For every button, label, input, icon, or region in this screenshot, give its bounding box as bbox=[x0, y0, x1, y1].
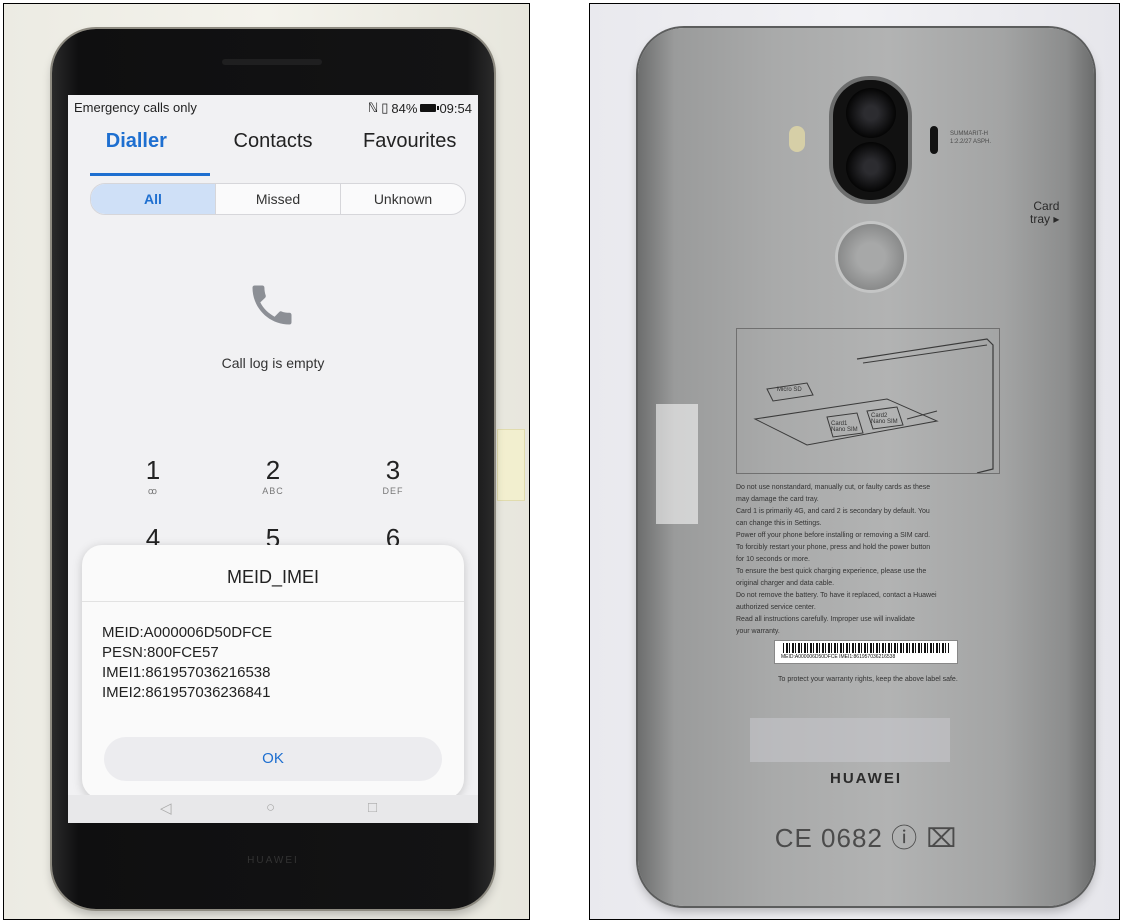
tab-favourites[interactable]: Favourites bbox=[341, 121, 478, 161]
filter-unknown[interactable]: Unknown bbox=[341, 184, 465, 214]
tab-dialler[interactable]: Dialler bbox=[68, 121, 205, 161]
dialog-body: MEID:A000006D50DFCE PESN:800FCE57 IMEI1:… bbox=[102, 623, 272, 703]
imei1-line: IMEI1:861957036216538 bbox=[102, 664, 271, 681]
camera-lens-icon bbox=[846, 142, 896, 192]
earpiece bbox=[222, 59, 322, 65]
key-3[interactable]: 3 DEF bbox=[363, 455, 423, 496]
filter-missed[interactable]: Missed bbox=[216, 184, 341, 214]
dialog-divider bbox=[82, 601, 464, 602]
sim-label-card1: Card1 Nano SIM bbox=[831, 421, 858, 433]
sim-label-card2: Card2 Nano SIM bbox=[871, 413, 898, 425]
nfc-icon: ℕ bbox=[367, 100, 379, 115]
barcode-text: MEID:A000006D50DFCE IMEI1:86195703621653… bbox=[781, 654, 896, 660]
nav-bar: ◁ ○ □ bbox=[68, 795, 478, 823]
card-tray-label: Card tray ▸ bbox=[1030, 199, 1060, 226]
phone-back: SUMMARIT-H 1:2.2/27 ASPH. Card tray ▸ Mi… bbox=[638, 28, 1094, 906]
ok-button[interactable]: OK bbox=[104, 737, 442, 781]
protective-film bbox=[656, 404, 698, 524]
barcode-bars bbox=[783, 643, 949, 653]
home-icon[interactable]: ○ bbox=[266, 799, 275, 816]
meid-imei-dialog: MEID_IMEI MEID:A000006D50DFCE PESN:800FC… bbox=[82, 545, 464, 799]
phone-screen: Emergency calls only ℕ ▯ 84% 09:54 Diall… bbox=[68, 95, 478, 823]
back-brand-logo: HUAWEI bbox=[830, 770, 902, 787]
call-filter: All Missed Unknown bbox=[90, 183, 466, 215]
call-log-empty: Call log is empty bbox=[221, 355, 325, 371]
pesn-line: PESN:800FCE57 bbox=[102, 644, 219, 661]
status-carrier: Emergency calls only bbox=[74, 100, 197, 115]
regulatory-block bbox=[750, 718, 950, 762]
lens-caption: SUMMARIT-H 1:2.2/27 ASPH. bbox=[950, 131, 992, 145]
key-1[interactable]: 1ꝏ bbox=[123, 455, 183, 497]
status-time: 09:54 bbox=[439, 100, 472, 116]
battery-percent: 84% bbox=[391, 100, 418, 116]
sim-tray-illustration bbox=[753, 338, 994, 474]
front-photo: Emergency calls only ℕ ▯ 84% 09:54 Diall… bbox=[3, 3, 530, 920]
dialer-tabs: Dialler Contacts Favourites bbox=[68, 121, 478, 161]
dialog-title: MEID_IMEI bbox=[226, 567, 319, 587]
meid-line: MEID:A000006D50DFCE bbox=[102, 624, 273, 641]
tape-tab bbox=[497, 429, 525, 501]
sim-icon: ▯ bbox=[381, 100, 389, 115]
laser-sensor bbox=[930, 126, 938, 154]
fingerprint-sensor bbox=[838, 224, 904, 290]
phone-icon bbox=[252, 285, 292, 325]
phone-front: Emergency calls only ℕ ▯ 84% 09:54 Diall… bbox=[52, 29, 494, 909]
tab-contacts[interactable]: Contacts bbox=[205, 121, 342, 161]
sim-diagram: Micro SD Card1 Nano SIM Card2 Nano SIM bbox=[736, 328, 1000, 474]
certification-marks: CE 0682 ⓘ ⌧ bbox=[774, 823, 958, 853]
battery-icon bbox=[420, 104, 440, 112]
status-icons: ℕ ▯ 84% 09:54 bbox=[368, 100, 472, 116]
front-brand-logo: HUAWEI bbox=[247, 855, 299, 866]
flash-icon bbox=[789, 126, 805, 152]
sim-label-sd: Micro SD bbox=[777, 387, 802, 393]
dual-camera bbox=[833, 80, 908, 200]
key-2[interactable]: 2 ABC bbox=[243, 455, 303, 496]
warning-text: Do not use nonstandard, manually cut, or… bbox=[736, 484, 937, 635]
imei-barcode-label: MEID:A000006D50DFCE IMEI1:86195703621653… bbox=[774, 640, 958, 664]
voicemail-icon: ꝏ bbox=[147, 486, 159, 496]
back-icon[interactable]: ◁ bbox=[160, 799, 172, 817]
status-bar: Emergency calls only ℕ ▯ 84% 09:54 bbox=[68, 95, 478, 119]
camera-lens-icon bbox=[846, 88, 896, 138]
tab-underline bbox=[90, 173, 210, 176]
filter-all[interactable]: All bbox=[91, 184, 216, 214]
back-photo: SUMMARIT-H 1:2.2/27 ASPH. Card tray ▸ Mi… bbox=[589, 3, 1120, 920]
recents-icon[interactable]: □ bbox=[368, 799, 377, 816]
label-note: To protect your warranty rights, keep th… bbox=[778, 676, 958, 683]
imei2-line: IMEI2:861957036236841 bbox=[102, 684, 271, 701]
